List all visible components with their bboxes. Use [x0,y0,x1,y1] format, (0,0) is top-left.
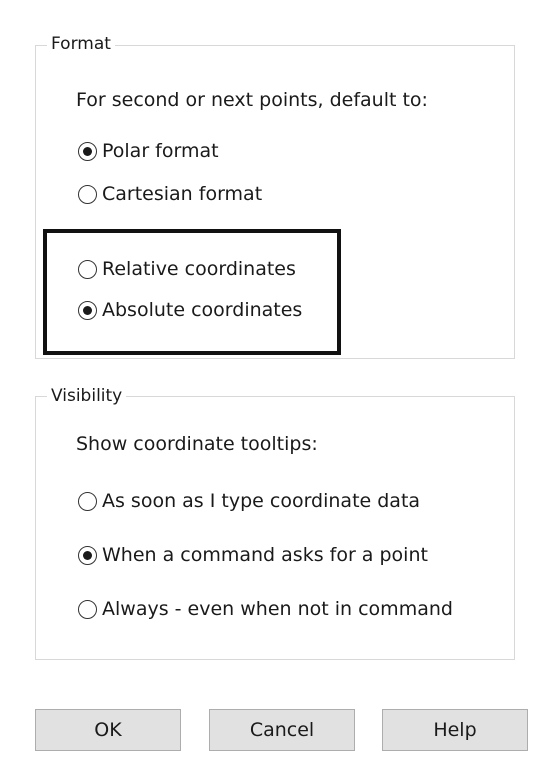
tooltip-on-type-label: As soon as I type coordinate data [102,490,421,512]
tooltip-on-type-radio[interactable]: As soon as I type coordinate data [78,489,420,513]
format-legend: Format [47,34,115,54]
polar-format-radio[interactable]: Polar format [78,139,219,163]
help-button[interactable]: Help [382,709,528,751]
visibility-legend: Visibility [47,386,127,406]
tooltip-always-radio[interactable]: Always - even when not in command [78,597,453,621]
radio-unchecked-icon [78,599,97,619]
tooltip-on-point-request-radio[interactable]: When a command asks for a point [78,543,428,567]
absolute-coordinates-label: Absolute coordinates [102,299,303,321]
radio-checked-icon [78,141,97,161]
cancel-button[interactable]: Cancel [209,709,355,751]
absolute-coordinates-radio[interactable]: Absolute coordinates [78,298,302,322]
tooltip-always-label: Always - even when not in command [102,598,453,620]
tooltip-on-point-request-label: When a command asks for a point [102,544,428,566]
format-prompt: For second or next points, default to: [76,89,428,111]
radio-unchecked-icon [78,491,97,511]
polar-format-label: Polar format [102,140,219,162]
radio-checked-icon [78,300,97,320]
radio-unchecked-icon [78,184,97,204]
radio-checked-icon [78,545,97,565]
relative-coordinates-radio[interactable]: Relative coordinates [78,257,296,281]
cartesian-format-radio[interactable]: Cartesian format [78,182,262,206]
relative-coordinates-label: Relative coordinates [102,258,296,280]
ok-button[interactable]: OK [35,709,181,751]
radio-unchecked-icon [78,259,97,279]
cartesian-format-label: Cartesian format [102,183,263,205]
visibility-prompt: Show coordinate tooltips: [76,433,318,455]
